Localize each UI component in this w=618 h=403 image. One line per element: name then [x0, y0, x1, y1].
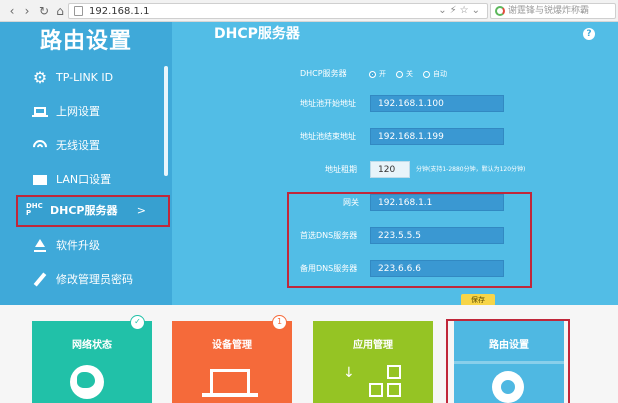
- search-placeholder: 谢霆锋与锐爆炸称霸: [508, 6, 590, 16]
- search-input[interactable]: 谢霆锋与锐爆炸称霸: [490, 3, 616, 19]
- dhcp-server-label: DHCP服务器: [300, 69, 347, 78]
- sidebar-item-label: DHCP服务器: [50, 204, 118, 217]
- radio-on[interactable]: [369, 71, 376, 78]
- star-icon[interactable]: ☆: [460, 5, 472, 16]
- address-actions[interactable]: ⌄⚡☆⌄: [438, 4, 483, 18]
- end-address-value: 192.168.1.199: [378, 132, 444, 142]
- home-icon[interactable]: ⌂: [52, 3, 68, 19]
- laptop-icon: [32, 104, 48, 120]
- notification-badge: 1: [272, 315, 287, 330]
- page-icon: [74, 6, 83, 16]
- lease-time-label: 地址租期: [325, 165, 357, 174]
- radio-off-label: 关: [406, 70, 413, 78]
- dhcp-highlight-box: [287, 192, 532, 288]
- radio-auto[interactable]: [423, 71, 430, 78]
- lease-time-value: 120: [378, 165, 396, 175]
- dhcp-icon: DHC P: [26, 202, 43, 217]
- tile-label: 设备管理: [212, 340, 252, 351]
- lan-icon: [32, 172, 48, 188]
- pencil-icon: [32, 272, 48, 288]
- start-address-input[interactable]: 192.168.1.100: [370, 95, 504, 112]
- start-address-value: 192.168.1.100: [378, 99, 444, 109]
- radio-on-label: 开: [379, 70, 386, 78]
- app-grid-icon: [369, 365, 403, 399]
- chevron-down-icon[interactable]: ⌄: [472, 5, 483, 16]
- lease-time-hint: 分钟(支持1-2880分钟，默认为120分钟): [416, 166, 526, 173]
- sidebar-item-upgrade[interactable]: 软件升级: [20, 230, 164, 262]
- help-icon[interactable]: ?: [583, 28, 595, 40]
- tile-label: 网络状态: [72, 340, 112, 351]
- sidebar-item-internet[interactable]: 上网设置: [20, 96, 164, 128]
- radio-off[interactable]: [396, 71, 403, 78]
- start-address-label: 地址池开始地址: [300, 99, 356, 108]
- chevron-right-icon: >: [136, 204, 146, 217]
- tile-app-management[interactable]: 应用管理 ↓: [313, 321, 433, 403]
- wifi-icon: [30, 137, 50, 157]
- bottom-navigation: ✓ 网络状态 1 设备管理 应用管理 ↓ 路由设置: [0, 305, 618, 403]
- forward-arrow-icon[interactable]: ›: [19, 3, 35, 19]
- sidebar-item-tplink-id[interactable]: ⚙ TP-LINK ID: [20, 62, 164, 94]
- end-address-input[interactable]: 192.168.1.199: [370, 128, 504, 145]
- reload-icon[interactable]: ↻: [36, 3, 52, 19]
- sidebar-item-label: LAN口设置: [56, 173, 112, 186]
- radio-auto-label: 自动: [433, 70, 447, 78]
- laptop-wifi-icon: [210, 369, 250, 393]
- sidebar-item-wireless[interactable]: 无线设置: [20, 130, 164, 162]
- page-title: DHCP服务器: [214, 26, 300, 42]
- dropdown-icon[interactable]: ⌄: [438, 5, 449, 16]
- tile-network-status[interactable]: ✓ 网络状态: [32, 315, 152, 403]
- browser-toolbar: ‹ › ↻ ⌂ 192.168.1.1 ⌄⚡☆⌄ 谢霆锋与锐爆炸称霸: [0, 0, 618, 22]
- sidebar-item-dhcp[interactable]: DHC P DHCP服务器 >: [16, 195, 170, 227]
- gear-icon: ⚙: [32, 68, 48, 87]
- router-tile-highlight-box: [446, 319, 570, 403]
- sidebar: 路由设置 ⚙ TP-LINK ID 上网设置 无线设置 LAN口设置 DHC P…: [0, 22, 172, 305]
- address-bar[interactable]: 192.168.1.1 ⌄⚡☆⌄: [68, 3, 488, 19]
- sidebar-item-admin-password[interactable]: 修改管理员密码: [20, 264, 164, 296]
- sidebar-scrollbar[interactable]: [164, 66, 168, 176]
- bolt-icon[interactable]: ⚡: [450, 5, 460, 16]
- sidebar-item-label: 修改管理员密码: [56, 273, 133, 286]
- main-panel: DHCP服务器 ? DHCP服务器 开 关 自动 地址池开始地址 192.168…: [172, 22, 618, 305]
- laptop-base-icon: [202, 393, 258, 397]
- search-engine-icon: [495, 6, 505, 16]
- sidebar-title: 路由设置: [40, 29, 133, 54]
- sidebar-item-label: TP-LINK ID: [56, 71, 114, 84]
- tile-label: 应用管理: [353, 340, 393, 351]
- download-arrow-icon: ↓: [343, 365, 355, 381]
- globe-icon: [70, 365, 104, 399]
- sidebar-item-label: 无线设置: [56, 139, 100, 152]
- sidebar-item-lan[interactable]: LAN口设置: [20, 164, 164, 196]
- url-text: 192.168.1.1: [89, 6, 150, 17]
- upload-icon: [32, 238, 48, 254]
- sidebar-item-label: 软件升级: [56, 239, 100, 252]
- lease-time-input[interactable]: 120: [370, 161, 410, 178]
- end-address-label: 地址池结束地址: [300, 132, 356, 141]
- sidebar-item-label: 上网设置: [56, 105, 100, 118]
- check-icon: ✓: [130, 315, 145, 330]
- tile-device-management[interactable]: 1 设备管理: [172, 315, 292, 403]
- back-arrow-icon[interactable]: ‹: [4, 3, 20, 19]
